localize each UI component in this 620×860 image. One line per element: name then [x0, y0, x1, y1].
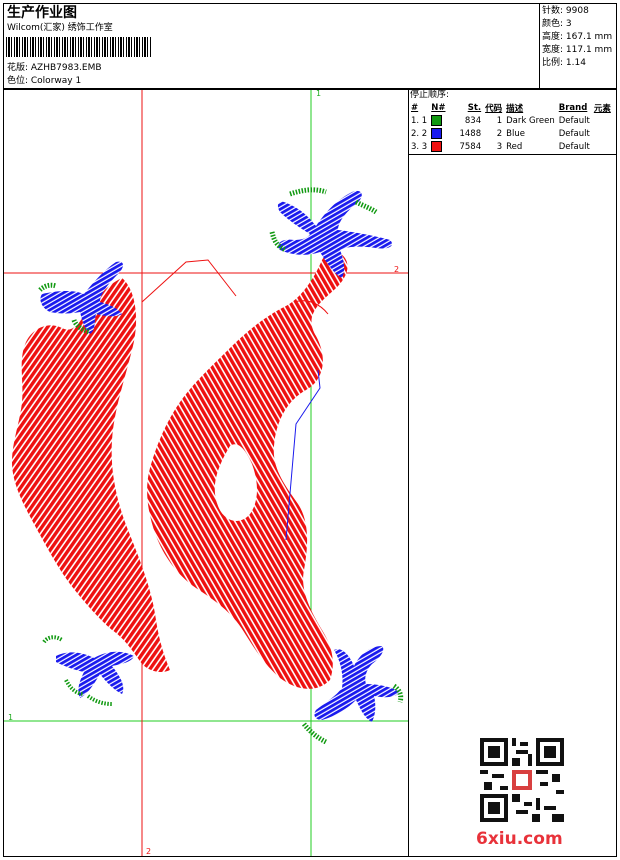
design-file-label: 花版: AZHB7983.EMB	[7, 63, 102, 73]
row-index: 1. 1	[411, 115, 428, 126]
row-desc: Red	[506, 141, 523, 152]
stat-scale: 比例: 1.14	[542, 58, 586, 68]
row-element	[592, 127, 613, 140]
legend-divider	[409, 154, 616, 155]
stat-colors: 颜色: 3	[542, 19, 572, 29]
claw-bottom-left	[56, 651, 134, 698]
row-brand: Default	[558, 128, 590, 139]
guide-label-red-v: 2	[146, 847, 151, 856]
row-code: 3	[496, 141, 503, 152]
col-brand: Brand	[558, 102, 588, 113]
guide-label-green-v: 1	[316, 90, 321, 98]
row-stitches: 1488	[459, 128, 482, 139]
row-code: 2	[496, 128, 503, 139]
row-stitches: 834	[464, 115, 482, 126]
col-element: 元素	[593, 103, 611, 114]
legend-header-row: # N# St. 代码 描述 Brand 元素	[409, 101, 613, 114]
stat-height: 高度: 167.1 mm	[542, 32, 613, 42]
embroidery-design: 1 1 2 2	[4, 90, 408, 856]
stat-width: 宽度: 117.1 mm	[542, 45, 613, 55]
col-st: St.	[467, 102, 482, 113]
col-index: #	[411, 102, 419, 113]
watermark-logo: 6xiu.com	[476, 829, 563, 849]
stat-stitches: 针数: 9908	[542, 6, 589, 16]
row-element	[592, 114, 613, 127]
col-code: 代码	[485, 103, 503, 114]
barcode	[6, 37, 152, 57]
claw-top-right	[277, 190, 393, 278]
row-desc: Blue	[506, 128, 525, 139]
color-swatch	[429, 140, 457, 153]
color-swatch	[429, 127, 457, 140]
row-index: 3. 3	[411, 141, 428, 152]
stop-sequence-table: # N# St. 代码 描述 Brand 元素 1. 1 834 1 Dark …	[409, 101, 613, 153]
jump-stitch-top	[141, 259, 237, 303]
colorway-label: 色位: Colorway 1	[7, 76, 82, 86]
row-brand: Default	[558, 141, 590, 152]
col-n: N#	[431, 102, 446, 113]
stop-sequence-title: 停止顺序:	[410, 90, 450, 100]
row-desc: Dark Green	[506, 115, 555, 126]
legend-row: 3. 3 7584 3 Red Default	[409, 140, 613, 153]
color-swatch	[429, 114, 457, 127]
row-index: 2. 2	[411, 128, 428, 139]
left-figure-body	[12, 278, 170, 672]
guide-label-red-h: 2	[394, 265, 399, 274]
page-title: 生产作业图	[7, 5, 77, 21]
legend-row: 2. 2 1488 2 Blue Default	[409, 127, 613, 140]
row-code: 1	[496, 115, 503, 126]
qr-code	[480, 738, 564, 822]
row-element	[592, 140, 613, 153]
row-brand: Default	[558, 115, 590, 126]
col-desc: 描述	[506, 103, 524, 114]
legend-row: 1. 1 834 1 Dark Green Default	[409, 114, 613, 127]
row-stitches: 7584	[459, 141, 482, 152]
company-name: Wilcom(汇家) 绣饰工作室	[7, 23, 113, 33]
guide-label-green-h: 1	[8, 713, 13, 722]
